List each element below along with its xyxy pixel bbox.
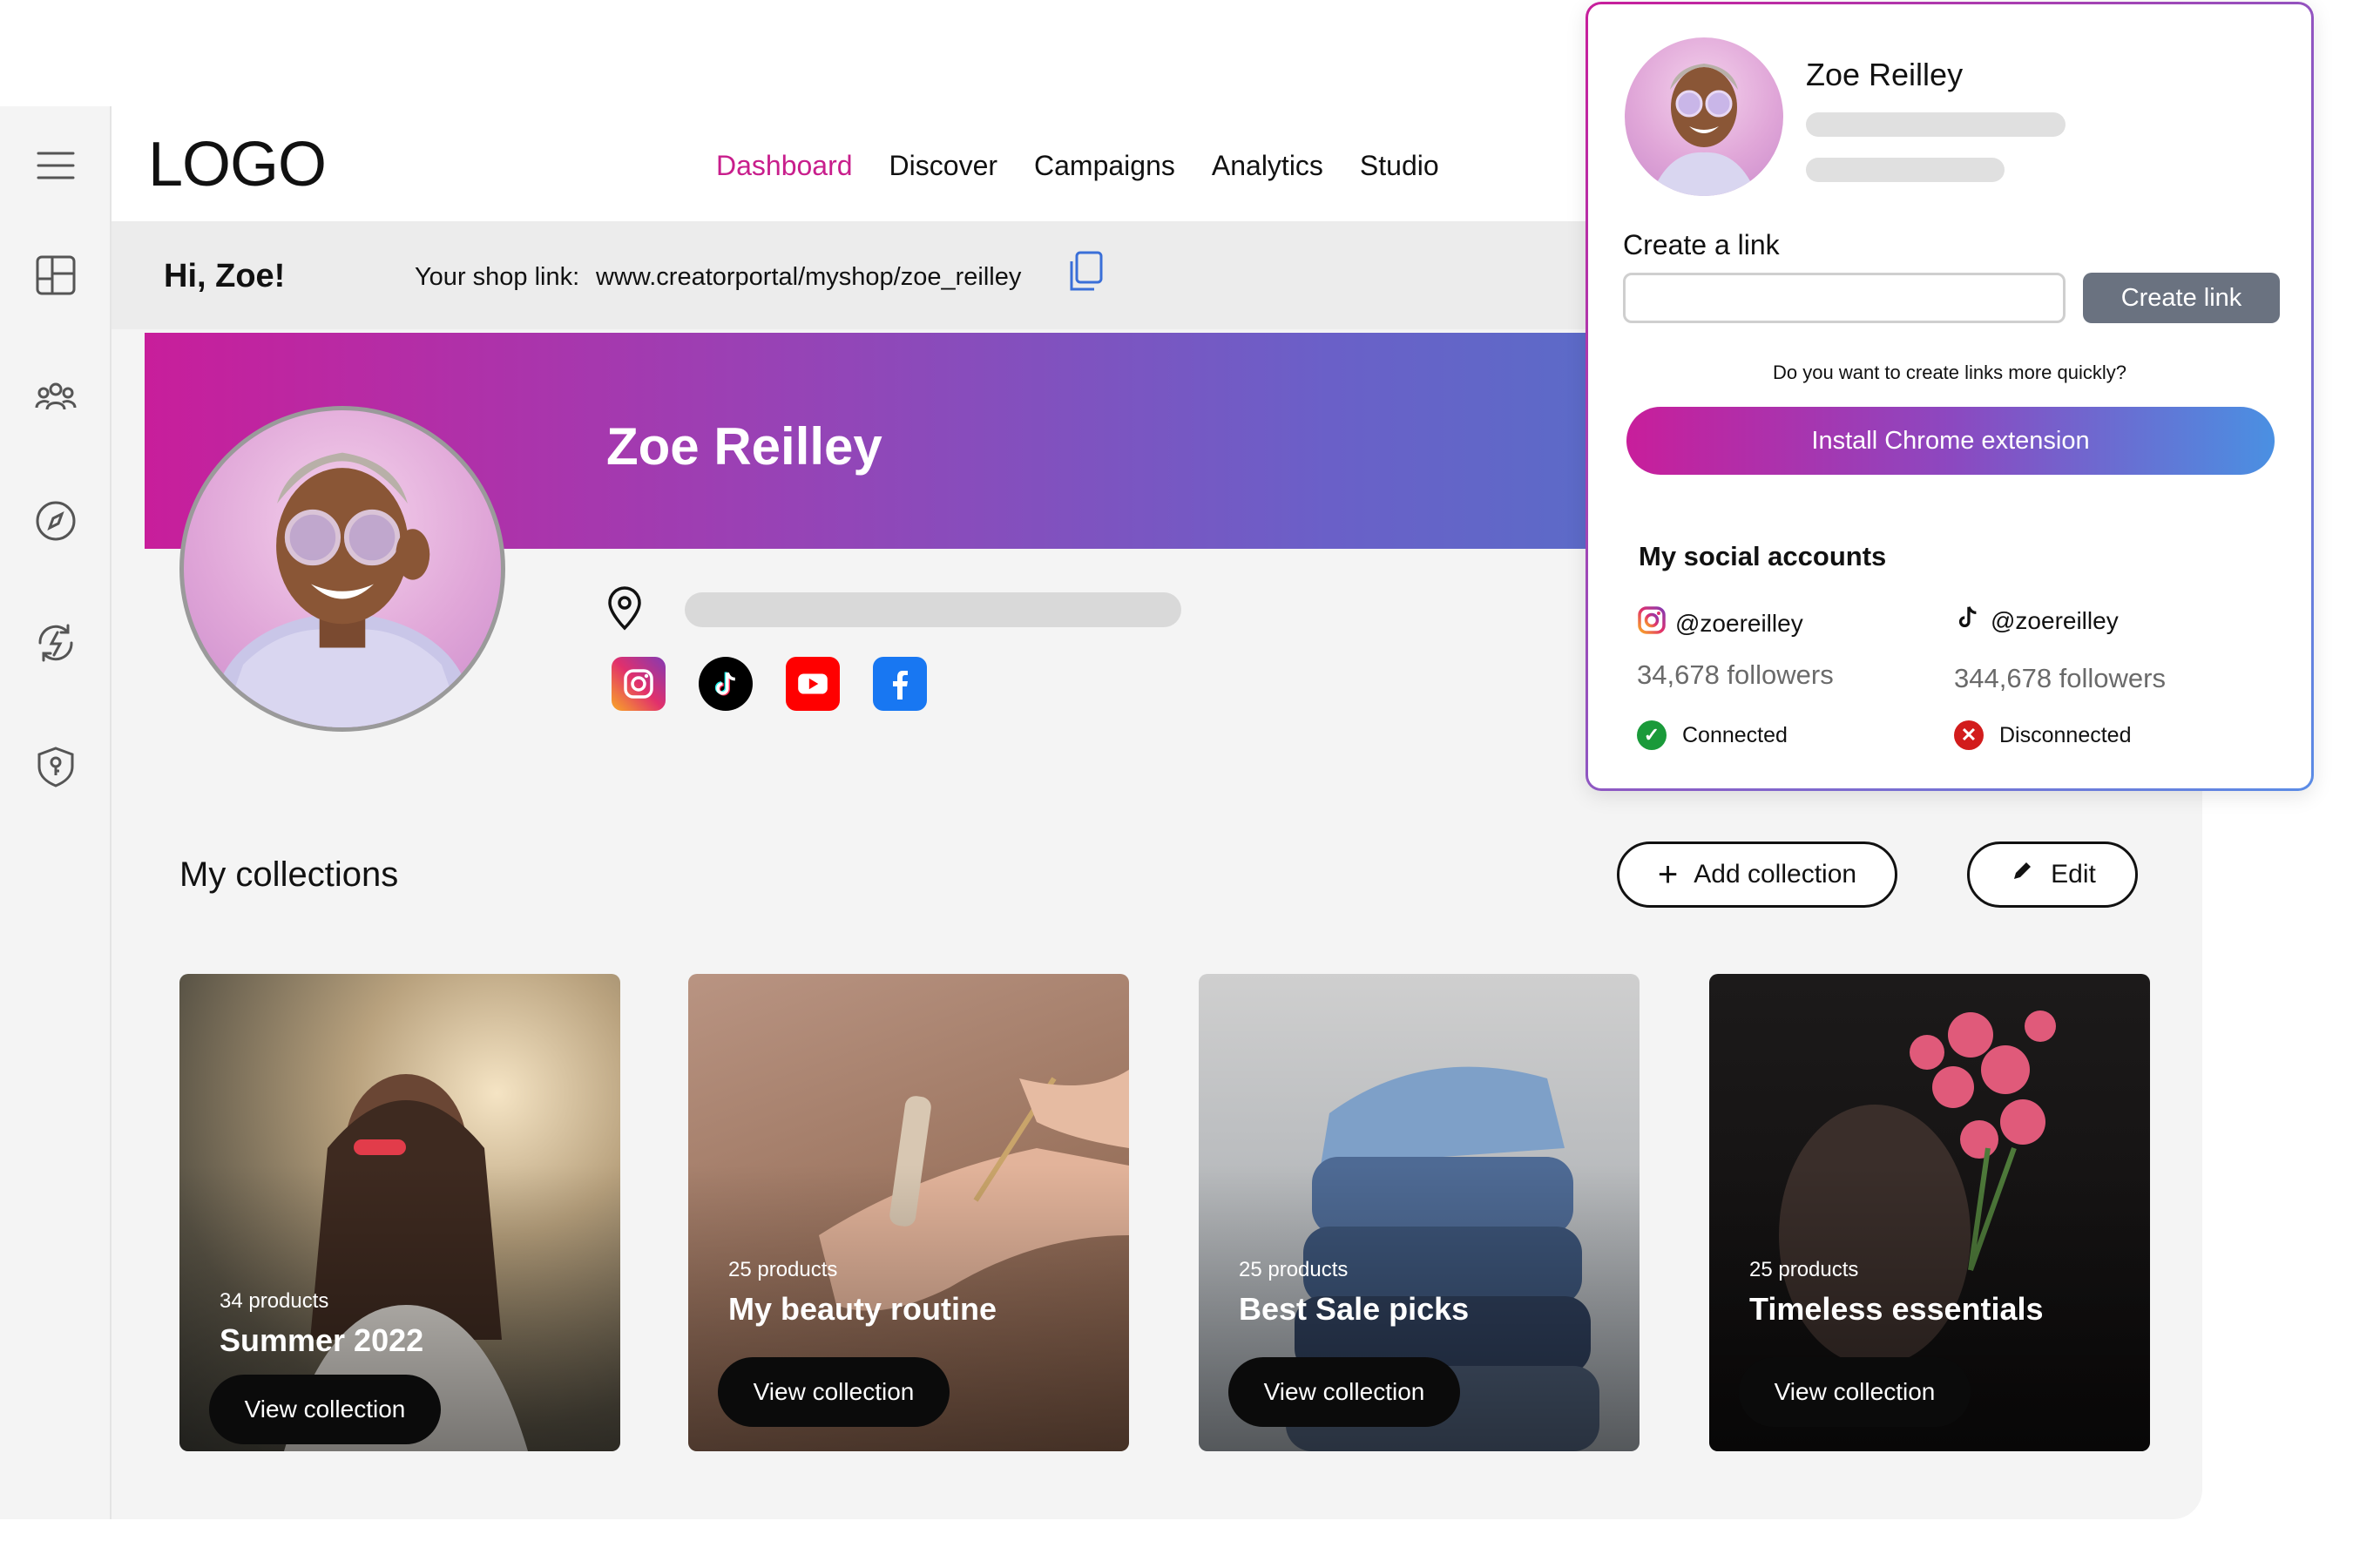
shop-link-label: Your shop link: bbox=[415, 263, 580, 291]
collection-count: 25 products bbox=[728, 1258, 838, 1281]
view-collection-button[interactable]: View collection bbox=[209, 1375, 441, 1444]
collection-count: 25 products bbox=[1239, 1258, 1349, 1281]
create-link-input[interactable] bbox=[1623, 273, 2066, 323]
collection-count: 25 products bbox=[1749, 1258, 1859, 1281]
extension-question: Do you want to create links more quickly… bbox=[1773, 362, 2126, 383]
social-accounts-title: My social accounts bbox=[1639, 541, 1887, 571]
collection-title: Summer 2022 bbox=[220, 1322, 424, 1358]
instagram-icon bbox=[1637, 605, 1667, 641]
collection-card[interactable]: 25 products My beauty routine View colle… bbox=[688, 974, 1129, 1451]
error-x-icon: ✕ bbox=[1954, 720, 1984, 750]
popup-avatar bbox=[1625, 37, 1783, 196]
account-handle: @zoereilley bbox=[1991, 606, 2119, 634]
compass-icon[interactable] bbox=[31, 497, 80, 545]
security-shield-icon[interactable] bbox=[31, 742, 80, 791]
collections-title: My collections bbox=[179, 855, 399, 894]
nav-studio[interactable]: Studio bbox=[1360, 150, 1439, 182]
connection-status: ✓ Connected bbox=[1637, 720, 1788, 750]
edit-label: Edit bbox=[2051, 860, 2096, 889]
install-extension-button[interactable]: Install Chrome extension bbox=[1626, 407, 2275, 475]
plus-icon: + bbox=[1657, 855, 1679, 894]
energy-refresh-icon[interactable] bbox=[31, 618, 80, 667]
nav-campaigns[interactable]: Campaigns bbox=[1034, 150, 1175, 182]
add-collection-label: Add collection bbox=[1694, 860, 1857, 889]
view-collection-button[interactable]: View collection bbox=[1739, 1357, 1971, 1427]
main-nav: Dashboard Discover Campaigns Analytics S… bbox=[716, 150, 1439, 182]
collection-count: 34 products bbox=[220, 1289, 329, 1313]
collection-title: My beauty routine bbox=[728, 1291, 997, 1327]
popup-name: Zoe Reilley bbox=[1806, 57, 1964, 92]
sidebar bbox=[0, 106, 112, 1519]
status-label: Connected bbox=[1682, 722, 1788, 747]
menu-icon[interactable] bbox=[31, 141, 80, 190]
view-collection-button[interactable]: View collection bbox=[1228, 1357, 1460, 1427]
nav-discover[interactable]: Discover bbox=[889, 150, 997, 182]
tiktok-icon[interactable] bbox=[699, 657, 753, 711]
facebook-icon[interactable] bbox=[873, 657, 927, 711]
connection-status: ✕ Disconnected bbox=[1954, 720, 2131, 750]
dashboard-layout-icon[interactable] bbox=[31, 251, 80, 300]
followers-count: 34,678 followers bbox=[1637, 659, 1834, 690]
youtube-icon[interactable] bbox=[786, 657, 840, 711]
skeleton-line bbox=[1806, 112, 2066, 137]
shop-link-url[interactable]: www.creatorportal/myshop/zoe_reilley bbox=[596, 263, 1021, 292]
check-icon: ✓ bbox=[1637, 720, 1667, 750]
profile-name: Zoe Reilley bbox=[606, 417, 882, 476]
status-label: Disconnected bbox=[1999, 722, 2132, 747]
logo[interactable]: LOGO bbox=[148, 129, 327, 200]
social-account-tiktok[interactable]: @zoereilley bbox=[1954, 604, 2119, 638]
social-account-instagram[interactable]: @zoereilley bbox=[1637, 605, 1803, 641]
copy-icon[interactable] bbox=[1063, 249, 1108, 294]
skeleton-line bbox=[1806, 158, 2005, 182]
collection-card[interactable]: 25 products Best Sale picks View collect… bbox=[1199, 974, 1640, 1451]
profile-avatar bbox=[179, 406, 505, 732]
account-handle: @zoereilley bbox=[1675, 609, 1803, 637]
collection-title: Best Sale picks bbox=[1239, 1291, 1470, 1327]
greeting-text: Hi, Zoe! bbox=[164, 258, 286, 294]
community-icon[interactable] bbox=[31, 373, 80, 422]
pencil-icon bbox=[2009, 858, 2035, 891]
create-link-button[interactable]: Create link bbox=[2083, 273, 2280, 323]
profile-popup: Zoe Reilley Create a link Create link Do… bbox=[1586, 2, 2314, 791]
nav-dashboard[interactable]: Dashboard bbox=[716, 150, 853, 182]
collection-card[interactable]: 34 products Summer 2022 View collection bbox=[179, 974, 620, 1451]
collection-title: Timeless essentials bbox=[1749, 1291, 2044, 1327]
create-link-label: Create a link bbox=[1623, 229, 1780, 260]
location-pin-icon bbox=[605, 585, 645, 631]
collection-card[interactable]: 25 products Timeless essentials View col… bbox=[1709, 974, 2150, 1451]
instagram-icon[interactable] bbox=[612, 657, 666, 711]
nav-analytics[interactable]: Analytics bbox=[1212, 150, 1323, 182]
edit-button[interactable]: Edit bbox=[1967, 841, 2138, 908]
add-collection-button[interactable]: + Add collection bbox=[1617, 841, 1897, 908]
view-collection-button[interactable]: View collection bbox=[718, 1357, 950, 1427]
location-placeholder bbox=[685, 592, 1181, 627]
followers-count: 344,678 followers bbox=[1954, 663, 2166, 693]
tiktok-icon bbox=[1954, 604, 1982, 638]
